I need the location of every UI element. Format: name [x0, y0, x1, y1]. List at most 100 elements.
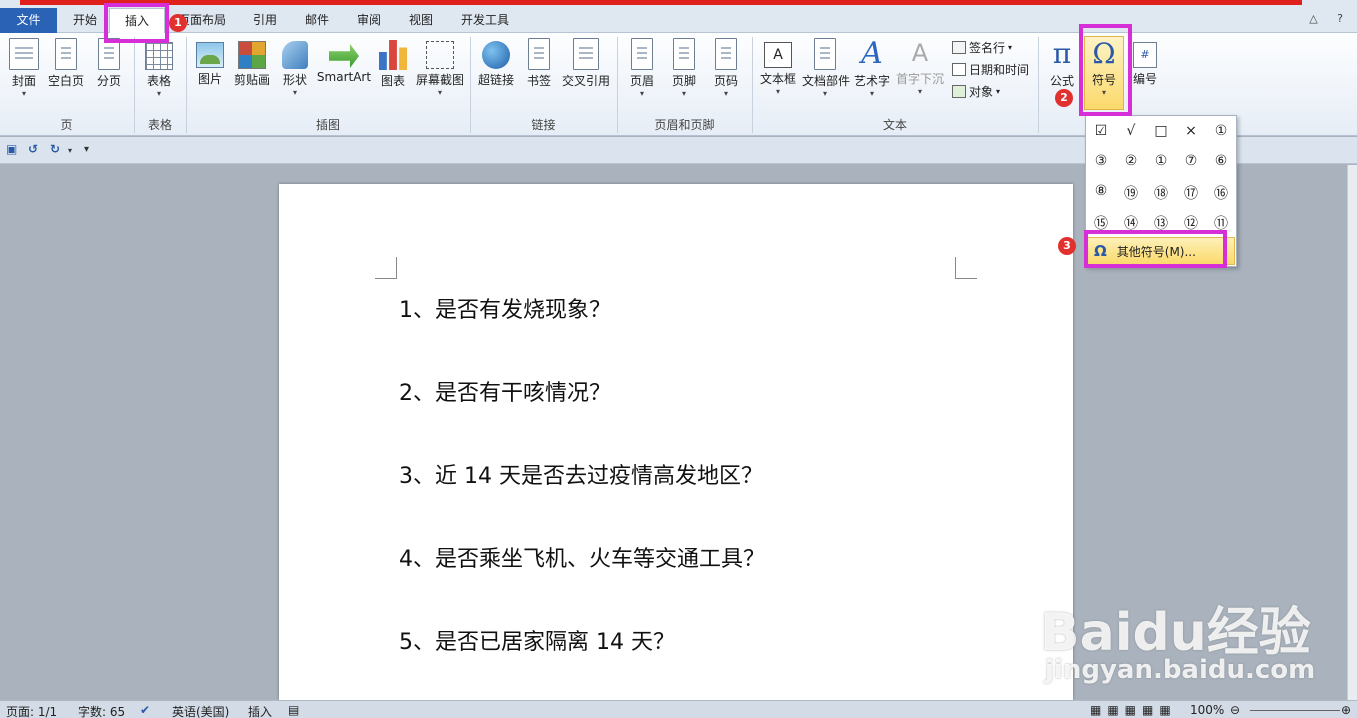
- tab-review[interactable]: 审阅: [346, 8, 392, 33]
- proofing-icon[interactable]: ✔: [140, 703, 150, 717]
- signature-icon: [952, 41, 966, 54]
- picture-icon: [196, 42, 224, 68]
- status-language[interactable]: 英语(美国): [172, 703, 229, 718]
- symbol-item[interactable]: ③: [1086, 153, 1116, 169]
- cross-reference-button[interactable]: 交叉引用: [561, 38, 611, 89]
- clipart-icon: [238, 41, 266, 69]
- shapes-button[interactable]: 形状 ▾: [279, 38, 311, 98]
- group-label-text: 文本: [882, 118, 907, 132]
- cover-page-icon: [9, 38, 39, 70]
- screenshot-button[interactable]: 屏幕截图 ▾: [415, 38, 465, 98]
- symbol-item[interactable]: ⑦: [1176, 153, 1206, 169]
- step-marker: 1: [169, 14, 187, 32]
- calendar-icon: [952, 63, 966, 76]
- symbol-item[interactable]: ⑲: [1116, 183, 1146, 203]
- symbol-item[interactable]: □: [1146, 123, 1176, 139]
- wordart-icon: A: [861, 36, 883, 71]
- separator: [1038, 37, 1039, 133]
- zoom-out-icon[interactable]: ⊖: [1230, 703, 1240, 717]
- status-bar: 页面: 1/1 字数: 65 ✔ 英语(美国) 插入 ▤ ▦▦▦▦▦ 100% …: [0, 700, 1357, 718]
- save-icon[interactable]: ▣: [6, 142, 17, 156]
- highlight-symbol-button: [1079, 24, 1132, 116]
- drop-cap-button[interactable]: A 首字下沉 ▾: [896, 38, 944, 97]
- symbol-item[interactable]: ②: [1116, 153, 1146, 169]
- page-break-button[interactable]: 分页: [93, 38, 125, 89]
- margin-marker-right: [955, 257, 977, 279]
- document-line[interactable]: 5、是否已居家隔离 14 天？: [399, 624, 675, 656]
- group-label-table: 表格: [147, 118, 172, 132]
- quick-parts-button[interactable]: 文档部件 ▾: [802, 38, 850, 99]
- document-line[interactable]: 3、近 14 天是否去过疫情高发地区？: [399, 458, 763, 490]
- tab-mailings[interactable]: 邮件: [294, 8, 340, 33]
- quick-parts-icon: [814, 38, 836, 70]
- footer-icon: [673, 38, 695, 70]
- group-label-links: 链接: [531, 118, 556, 132]
- numbering-icon: #: [1133, 42, 1157, 68]
- table-button[interactable]: 表格 ▾: [143, 38, 175, 99]
- view-mode-icons[interactable]: ▦▦▦▦▦: [1090, 703, 1177, 717]
- footer-button[interactable]: 页脚 ▾: [669, 38, 699, 99]
- tab-developer[interactable]: 开发工具: [450, 8, 520, 33]
- blank-page-icon: [55, 38, 77, 70]
- margin-marker-left: [375, 257, 397, 279]
- blank-page-button[interactable]: 空白页: [46, 38, 86, 89]
- smartart-button[interactable]: SmartArt: [316, 38, 372, 84]
- status-insert-mode[interactable]: 插入: [248, 703, 272, 718]
- group-label-pages: 页: [60, 118, 73, 132]
- drop-cap-icon: A: [911, 39, 929, 67]
- symbol-item[interactable]: √: [1116, 123, 1146, 139]
- symbol-item[interactable]: ①: [1206, 123, 1236, 139]
- symbol-item[interactable]: ☑: [1086, 123, 1116, 139]
- signature-line-button[interactable]: 签名行 ▾: [952, 39, 1012, 56]
- symbol-item[interactable]: ①: [1146, 153, 1176, 169]
- textbox-button[interactable]: A 文本框 ▾: [758, 38, 798, 97]
- redo-dropdown-icon[interactable]: ▾: [68, 146, 72, 155]
- smartart-icon: [329, 44, 359, 68]
- header-icon: [631, 38, 653, 70]
- title-accent-bar: [20, 0, 1302, 5]
- page-number-button[interactable]: 页码 ▾: [711, 38, 741, 99]
- symbol-item[interactable]: ×: [1176, 123, 1206, 139]
- document-line[interactable]: 1、是否有发烧现象？: [399, 292, 611, 324]
- symbol-item[interactable]: ⑱: [1146, 183, 1176, 203]
- tab-view[interactable]: 视图: [398, 8, 444, 33]
- document-line[interactable]: 2、是否有干咳情况？: [399, 375, 611, 407]
- header-button[interactable]: 页眉 ▾: [627, 38, 657, 99]
- symbol-item[interactable]: ⑧: [1086, 183, 1116, 199]
- status-page[interactable]: 页面: 1/1: [6, 703, 57, 718]
- redo-icon[interactable]: ↻: [50, 142, 60, 156]
- macro-icon[interactable]: ▤: [288, 703, 299, 717]
- tab-references[interactable]: 引用: [242, 8, 288, 33]
- bookmark-button[interactable]: 书签: [524, 38, 554, 89]
- chart-button[interactable]: 图表: [377, 38, 409, 89]
- hyperlink-button[interactable]: 超链接: [477, 38, 515, 88]
- wordart-button[interactable]: A 艺术字 ▾: [853, 38, 891, 99]
- shapes-icon: [282, 41, 308, 69]
- tab-home[interactable]: 开始: [62, 8, 108, 33]
- picture-button[interactable]: 图片: [194, 38, 226, 87]
- zoom-slider[interactable]: [1250, 710, 1340, 711]
- pi-icon: π: [1052, 37, 1072, 70]
- status-zoom[interactable]: 100%: [1190, 703, 1224, 717]
- object-button[interactable]: 对象 ▾: [952, 83, 1000, 100]
- customize-toolbar-icon[interactable]: ▾: [84, 144, 89, 155]
- help-icon[interactable]: △ ?: [1309, 12, 1351, 25]
- symbol-item[interactable]: ⑯: [1206, 183, 1236, 203]
- highlight-more-symbols: [1084, 230, 1227, 268]
- tab-file[interactable]: 文件: [0, 8, 57, 33]
- undo-icon[interactable]: ↺: [28, 142, 38, 156]
- symbol-item[interactable]: ⑥: [1206, 153, 1236, 169]
- globe-icon: [482, 41, 510, 69]
- vertical-scrollbar[interactable]: [1347, 165, 1357, 700]
- status-word-count[interactable]: 字数: 65: [78, 703, 125, 718]
- zoom-in-icon[interactable]: ⊕: [1341, 703, 1351, 717]
- document-line[interactable]: 4、是否乘坐飞机、火车等交通工具？: [399, 541, 765, 573]
- watermark-url: jingyan.baidu.com: [1045, 655, 1316, 685]
- document-page[interactable]: 1、是否有发烧现象？ 2、是否有干咳情况？ 3、近 14 天是否去过疫情高发地区…: [279, 184, 1073, 700]
- screenshot-icon: [426, 41, 454, 69]
- cover-page-button[interactable]: 封面 ▾: [8, 38, 40, 99]
- numbering-button[interactable]: # 编号: [1128, 38, 1162, 87]
- symbol-item[interactable]: ⑰: [1176, 183, 1206, 203]
- clipart-button[interactable]: 剪贴画: [233, 38, 271, 88]
- date-time-button[interactable]: 日期和时间: [952, 61, 1029, 78]
